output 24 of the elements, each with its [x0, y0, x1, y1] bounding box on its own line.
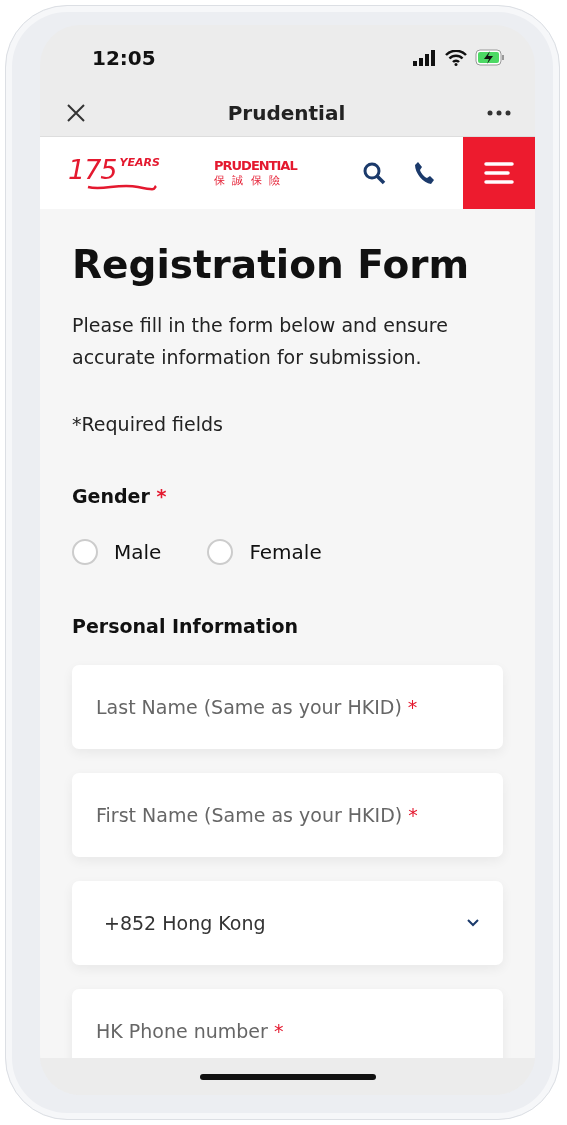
form-title: Registration Form: [72, 242, 471, 287]
signal-icon: [413, 49, 437, 66]
gender-radio[interactable]: Female: [207, 539, 322, 565]
battery-charging-icon: [475, 49, 505, 66]
menu-button[interactable]: [463, 137, 535, 209]
required-note: *Required fields: [72, 413, 224, 435]
country-code-select[interactable]: +852 Hong Kong: [72, 881, 503, 965]
chevron-down-icon: [467, 919, 479, 927]
gender-label: Gender *: [72, 485, 168, 507]
wifi-icon: [445, 49, 467, 66]
text-field[interactable]: HK Phone number *: [72, 989, 503, 1058]
section-title: Personal Information: [72, 615, 300, 637]
text-field[interactable]: Last Name (Same as your HKID) *: [72, 665, 503, 749]
brand-logo[interactable]: PRUDENTIAL 保 誠 保 險: [214, 158, 338, 188]
gender-radio[interactable]: Male: [72, 539, 162, 565]
phone-icon[interactable]: [413, 161, 435, 185]
browser-title: Prudential: [227, 101, 346, 125]
more-icon[interactable]: [487, 110, 511, 116]
status-time: 12:05: [92, 45, 156, 70]
menu-icon: [484, 162, 514, 184]
close-icon[interactable]: [66, 103, 86, 123]
text-field[interactable]: First Name (Same as your HKID) *: [72, 773, 503, 857]
search-icon[interactable]: [362, 161, 386, 185]
form-intro: Please fill in the form below and ensure accurate information for submission.: [72, 313, 449, 370]
